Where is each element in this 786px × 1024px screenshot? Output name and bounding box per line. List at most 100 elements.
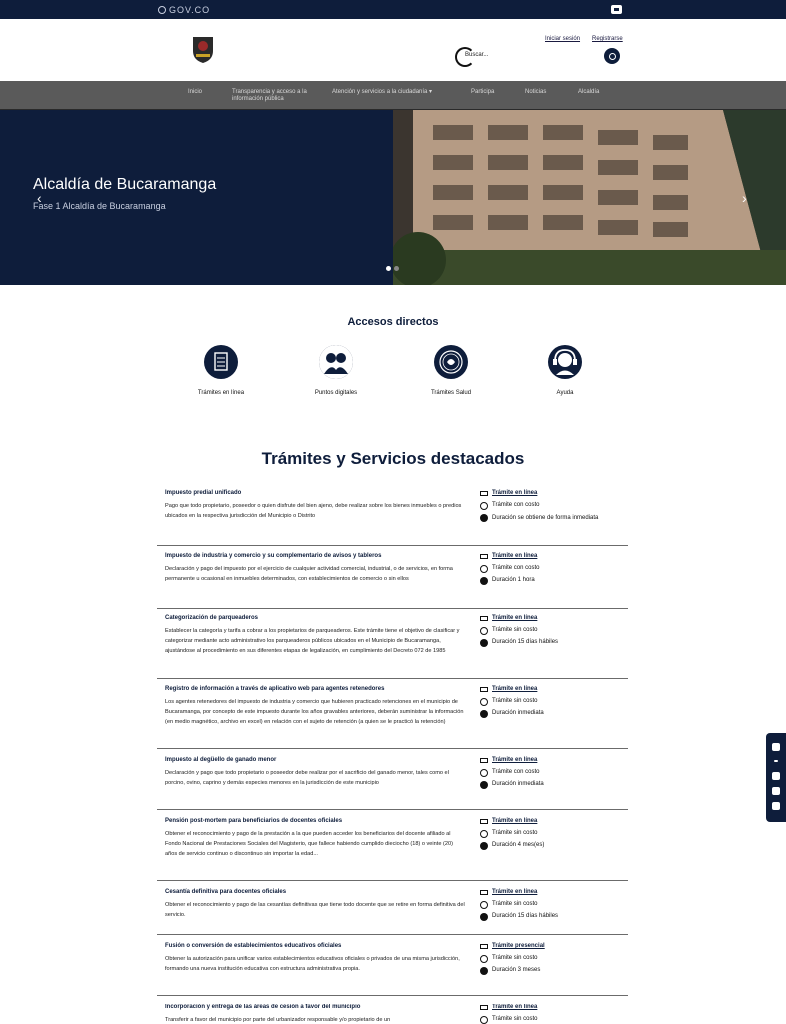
tramite-description: Obtener la autorización para unificar va… (165, 956, 460, 972)
tramite-mode[interactable]: Trámite en línea (480, 818, 625, 830)
tramite-title[interactable]: Fusión o conversión de establecimientos … (165, 943, 341, 949)
separator-icon (774, 760, 778, 762)
search-input[interactable]: Buscar... (465, 52, 488, 58)
divider (157, 995, 628, 996)
govco-logo[interactable]: GOV.CO (158, 4, 210, 15)
carousel-next-icon[interactable]: › (742, 190, 747, 206)
tramite-duration: Duración 15 días hábiles (480, 639, 625, 651)
tramite-description: Declaración y pago que todo propietario … (165, 770, 449, 786)
acceso-ayuda[interactable]: Ayuda (520, 345, 610, 396)
tramite-item: Incorporación y entrega de las áreas de … (157, 1004, 628, 1024)
headset-icon (548, 345, 582, 379)
tramite-duration: Duración se obtiene de forma inmediata (480, 514, 625, 523)
tramite-description: Obtener el reconocimiento y pago de la p… (165, 831, 453, 857)
divider (157, 748, 628, 749)
divider (157, 934, 628, 935)
bucaramanga-crest-logo[interactable] (190, 34, 216, 64)
tramite-item: Fusión o conversión de establecimientos … (157, 943, 628, 996)
accesos-title: Accesos directos (347, 316, 439, 328)
tramite-mode[interactable]: Trámite en línea (480, 615, 625, 627)
accessibility-toolbar (766, 733, 786, 822)
carousel-dot-1[interactable] (386, 266, 391, 271)
tramite-title[interactable]: Cesantía definitiva para docentes oficia… (165, 889, 286, 895)
tramite-mode[interactable]: Trámite en línea (480, 490, 625, 502)
hero-title: Alcaldía de Bucaramanga (33, 176, 217, 193)
tramite-item: Impuesto de industria y comercio y su co… (157, 553, 628, 609)
tramite-mode[interactable]: Trámite en línea (480, 686, 625, 698)
acceso-label: Trámites en línea (197, 390, 245, 396)
main-nav: Inicio Transparencia y acceso a la infor… (0, 81, 786, 111)
nav-item-transparencia[interactable]: Transparencia y acceso a la información … (232, 89, 312, 103)
tramite-item: Registro de información a través de apli… (157, 686, 628, 749)
carousel-indicators (386, 266, 399, 271)
health-icon (434, 345, 468, 379)
tramite-item: Impuesto predial unificado Pago que todo… (157, 490, 628, 546)
contrast-icon[interactable] (772, 743, 780, 751)
nav-item-inicio[interactable]: Inicio (188, 89, 202, 96)
tramite-title[interactable]: Registro de información a través de apli… (165, 686, 384, 692)
tramite-item: Pensión post-mortem para beneficiarios d… (157, 818, 628, 881)
site-header: Iniciar sesión Registrarse Buscar... (0, 19, 786, 81)
divider (157, 880, 628, 881)
nav-item-noticias[interactable]: Noticias (525, 89, 546, 96)
accessibility-icon[interactable] (611, 5, 622, 14)
tramite-title[interactable]: Impuesto de industria y comercio y su co… (165, 553, 381, 559)
tramite-description: Establecer la categoría y tarifa a cobra… (165, 628, 460, 654)
tramite-title[interactable]: Pensión post-mortem para beneficiarios d… (165, 818, 342, 824)
sign-language-icon[interactable] (772, 802, 780, 810)
font-decrease-icon[interactable] (772, 772, 780, 780)
font-increase-icon[interactable] (772, 787, 780, 795)
tramite-mode[interactable]: Trámite en línea (480, 757, 625, 769)
tramite-duration: Duración inmediata (480, 710, 625, 722)
tramite-cost: Trámite con costo (480, 565, 625, 577)
register-link[interactable]: Registrarse (592, 36, 623, 42)
tramite-mode[interactable]: Trámite presencial (480, 943, 625, 955)
tramite-mode[interactable]: Trámite en línea (480, 553, 625, 565)
tramite-title[interactable]: Impuesto predial unificado (165, 490, 241, 496)
tramite-duration: Duración inmediata (480, 781, 625, 793)
tramite-cost: Trámite con costo (480, 769, 625, 781)
carousel-dot-2[interactable] (394, 266, 399, 271)
tramite-duration: Duración 15 días hábiles (480, 913, 625, 925)
tramite-duration: Duración 1 hora (480, 577, 625, 589)
tramite-cost: Trámite sin costo (480, 955, 625, 967)
document-icon (204, 345, 238, 379)
acceso-label: Ayuda (556, 390, 574, 396)
nav-item-participa[interactable]: Participa (471, 89, 494, 96)
tramite-duration: Duración 3 meses (480, 967, 625, 979)
tramite-title[interactable]: Categorización de parqueaderos (165, 615, 258, 621)
acceso-label: Trámites Salud (430, 390, 472, 396)
tramite-mode[interactable]: Trámite en línea (480, 889, 625, 901)
search-icon[interactable] (604, 48, 620, 64)
nav-item-alcaldia[interactable]: Alcaldía (578, 89, 599, 96)
tramite-duration: Duración 4 mes(es) (480, 842, 625, 854)
hero-subtitle: Fase 1 Alcaldía de Bucaramanga (33, 201, 166, 211)
tramite-description: Pago que todo propietario, poseedor o qu… (165, 503, 462, 519)
divider (157, 809, 628, 810)
tramite-description: Los agentes retenedores del impuesto de … (165, 699, 464, 725)
tramite-mode[interactable]: Trámite en línea (480, 1004, 625, 1016)
login-link[interactable]: Iniciar sesión (545, 36, 580, 42)
tramite-item: Cesantía definitiva para docentes oficia… (157, 889, 628, 935)
tramite-cost: Trámite sin costo (480, 830, 625, 842)
acceso-label: Puntos digitales (314, 390, 358, 396)
acceso-puntos-digitales[interactable]: Puntos digitales (291, 345, 381, 396)
acceso-tramites-salud[interactable]: Trámites Salud (406, 345, 496, 396)
carousel-prev-icon[interactable]: ‹ (37, 190, 42, 206)
tramite-description: Transferir a favor del municipio por par… (165, 1017, 391, 1023)
divider (157, 678, 628, 679)
tramite-cost: Trámite sin costo (480, 1016, 625, 1024)
nav-item-atencion[interactable]: Atención y servicios a la ciudadanía ▾ (332, 89, 432, 96)
tramite-title[interactable]: Incorporación y entrega de las áreas de … (165, 1004, 360, 1010)
tramite-cost: Trámite sin costo (480, 698, 625, 710)
search-box[interactable]: Buscar... (455, 47, 625, 67)
govco-text: GOV.CO (169, 4, 211, 15)
tramite-item: Categorización de parqueaderos Establece… (157, 615, 628, 679)
tramite-cost: Trámite con costo (480, 502, 625, 514)
acceso-tramites-en-linea[interactable]: Trámites en línea (176, 345, 266, 396)
tramite-title[interactable]: Impuesto al degüello de ganado menor (165, 757, 276, 763)
tramite-item: Impuesto al degüello de ganado menor Dec… (157, 757, 628, 810)
tramites-title: Trámites y Servicios destacados (261, 449, 525, 468)
people-icon (319, 345, 353, 379)
tramite-cost: Trámite sin costo (480, 627, 625, 639)
